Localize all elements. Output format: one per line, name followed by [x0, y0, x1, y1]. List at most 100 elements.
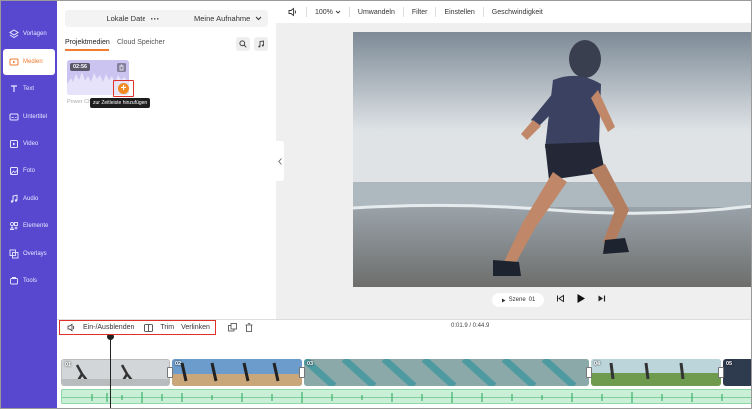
timeline-timecode: 0:01.9 / 0:44.9	[451, 323, 490, 329]
search-icon	[239, 40, 247, 48]
sidebar-item-label: Overlays	[23, 251, 47, 257]
volume-icon[interactable]	[67, 323, 76, 332]
photo-icon	[10, 167, 18, 175]
audio-waveform	[62, 392, 751, 403]
video-frame-image	[353, 32, 751, 287]
tools-icon	[10, 277, 18, 285]
timeline-clip[interactable]: 05	[723, 359, 751, 386]
music-icon	[10, 194, 18, 203]
sidebar-item-video[interactable]: Video	[3, 131, 55, 157]
sidebar-item-elements[interactable]: Elemente	[3, 213, 55, 239]
clip-thumbnails	[172, 359, 302, 386]
skip-forward-icon[interactable]	[597, 294, 606, 303]
clip-trim-handle[interactable]	[586, 367, 592, 378]
app-window: Vorlagen Medien Text Untertitel Video Fo…	[0, 0, 752, 409]
sidebar-item-label: Medien	[23, 59, 43, 65]
play-icon[interactable]	[576, 293, 586, 304]
clip-number: 04	[594, 361, 601, 367]
skip-back-icon[interactable]	[556, 294, 565, 303]
sidebar-item-templates[interactable]: Vorlagen	[3, 21, 55, 47]
toolbar-divider	[482, 7, 484, 17]
text-icon	[11, 85, 17, 92]
toolbar-divider	[306, 7, 307, 17]
sidebar-item-audio[interactable]: Audio	[3, 186, 55, 212]
audio-filter-button[interactable]	[254, 37, 268, 51]
tab-project-media[interactable]: Projektmedien	[65, 39, 110, 46]
clip-trim-handle[interactable]	[718, 367, 724, 378]
clip-duration: 02:56	[70, 63, 91, 71]
volume-icon[interactable]	[288, 7, 298, 17]
clip-thumbnails	[62, 360, 169, 385]
overlays-icon	[9, 249, 19, 259]
sidebar-item-overlays[interactable]: Overlays	[3, 241, 55, 267]
active-tab-indicator	[65, 49, 109, 51]
clip-trim-handle[interactable]	[167, 367, 173, 378]
clip-trim-handle[interactable]	[299, 367, 305, 378]
link-button[interactable]: Verlinken	[181, 324, 210, 331]
timeline-clip[interactable]: 02	[172, 359, 302, 386]
toolbar-divider	[348, 7, 350, 17]
sidebar-item-photo[interactable]: Foto	[3, 158, 55, 184]
chevron-down-icon	[335, 10, 341, 14]
chevron-left-icon	[278, 157, 282, 165]
my-recording-dropdown[interactable]: Meine Aufnahme	[170, 10, 268, 27]
zoom-select[interactable]: 100%	[315, 9, 341, 16]
audio-track[interactable]	[61, 389, 751, 404]
speed-button[interactable]: Geschwindigkeit	[492, 9, 543, 16]
clip-thumbnails	[304, 359, 589, 386]
media-icon	[9, 58, 19, 66]
trim-button[interactable]: Trim	[160, 324, 174, 331]
video-preview[interactable]	[353, 32, 751, 287]
sidebar-item-label: Video	[23, 141, 39, 147]
clip-number: 05	[726, 361, 733, 367]
scene-label: Szene	[508, 297, 526, 303]
timeline-actions-highlight: Ein-/Ausblenden Trim Verlinken	[59, 320, 216, 335]
top-toolbar: 100% Umwandeln Filter Einstellen Geschwi…	[276, 1, 751, 23]
timeline-clip[interactable]: 04	[591, 359, 721, 386]
chevron-down-icon	[255, 16, 262, 21]
sidebar-item-label: Audio	[23, 196, 39, 202]
more-options-button[interactable]: ···	[145, 10, 165, 27]
my-recording-label: Meine Aufnahme	[194, 14, 251, 23]
play-icon	[501, 298, 506, 302]
clip-number: 01	[65, 362, 72, 368]
subtitle-icon	[9, 113, 19, 121]
timeline-clip[interactable]: 03	[304, 359, 589, 386]
zoom-value: 100%	[315, 8, 333, 16]
filter-button[interactable]: Filter	[412, 9, 428, 16]
layers-icon	[9, 29, 19, 39]
trash-icon[interactable]	[245, 323, 253, 332]
sidebar-item-tools[interactable]: Tools	[3, 268, 55, 294]
clip-number: 02	[175, 361, 182, 367]
playhead-line[interactable]	[110, 337, 111, 408]
clip-number: 03	[307, 361, 314, 367]
scene-selector[interactable]: Szene 01	[492, 293, 544, 307]
sidebar-item-text[interactable]: Text	[3, 76, 55, 102]
trim-icon	[144, 323, 154, 332]
convert-button[interactable]: Umwandeln	[358, 9, 395, 16]
duplicate-icon[interactable]	[228, 323, 237, 332]
add-to-timeline-button[interactable]: +	[118, 83, 129, 94]
trash-icon[interactable]	[117, 63, 126, 72]
search-button[interactable]	[236, 37, 250, 51]
add-to-timeline-tooltip: zur Zeitleiste hinzufügen	[90, 98, 151, 108]
elements-icon	[9, 221, 18, 230]
scene-number: 01	[528, 297, 536, 303]
sidebar-item-subtitles[interactable]: Untertitel	[3, 104, 55, 130]
music-icon	[258, 40, 264, 48]
tab-cloud-storage[interactable]: Cloud Speicher	[117, 39, 165, 46]
timeline-clip[interactable]: 01	[61, 359, 170, 386]
sidebar-item-label: Elemente	[23, 223, 49, 229]
sidebar-item-label: Untertitel	[23, 114, 48, 120]
sidebar-item-media[interactable]: Medien	[3, 49, 55, 75]
adjust-button[interactable]: Einstellen	[444, 9, 474, 16]
sidebar-item-label: Tools	[23, 278, 38, 284]
sidebar-item-label: Foto	[23, 168, 36, 174]
sidebar-item-label: Vorlagen	[23, 31, 47, 37]
fade-button[interactable]: Ein-/Ausblenden	[83, 324, 134, 331]
sidebar-item-label: Text	[23, 86, 35, 92]
collapse-panel-button[interactable]	[276, 141, 284, 181]
sidebar: Vorlagen Medien Text Untertitel Video Fo…	[1, 1, 57, 408]
clip-thumbnails	[591, 359, 721, 386]
toolbar-divider	[435, 7, 437, 17]
